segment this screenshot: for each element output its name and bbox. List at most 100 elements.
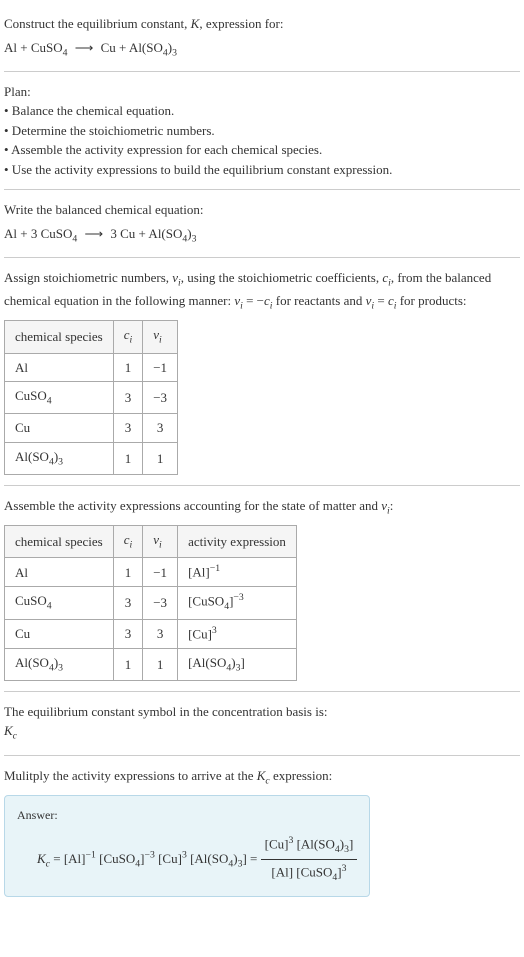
cell-nu: −3 <box>143 587 178 620</box>
divider <box>4 755 520 756</box>
bal-sub1: 4 <box>72 233 77 244</box>
sp: Al(SO <box>15 655 49 670</box>
activity-heading: Assemble the activity expressions accoun… <box>4 496 520 519</box>
ans-K: K <box>37 851 46 866</box>
cell-species: CuSO4 <box>5 382 114 414</box>
st-eq1b: = − <box>243 293 264 308</box>
cell-nu: −1 <box>143 558 178 587</box>
mult-h1: Mulitply the activity expressions to arr… <box>4 768 257 783</box>
divider <box>4 71 520 72</box>
ae-exp: −3 <box>233 592 243 603</box>
cell-ae: [CuSO4]−3 <box>178 587 297 620</box>
table-row: CuSO4 3 −3 [CuSO4]−3 <box>5 587 297 620</box>
intro-line1b: , expression for: <box>199 16 283 31</box>
den1: [Al] [CuSO <box>271 865 332 880</box>
stoich-section: Assign stoichiometric numbers, νi, using… <box>4 262 520 481</box>
cell-nu: 3 <box>143 414 178 443</box>
activity-table: chemical species ci νi activity expressi… <box>4 525 297 681</box>
cell-c: 1 <box>113 558 143 587</box>
th-c: ci <box>113 321 143 353</box>
ans-eq: = [Al] <box>50 851 86 866</box>
cell-nu: −3 <box>143 382 178 414</box>
table-header-row: chemical species ci νi <box>5 321 178 353</box>
table-row: Cu 3 3 <box>5 414 178 443</box>
ae-base: [Al] <box>188 565 210 580</box>
st-t2: , using the stoichiometric coefficients, <box>181 270 383 285</box>
sp: CuSO <box>15 388 47 403</box>
sp: CuSO <box>15 593 47 608</box>
ae-exp: 3 <box>212 625 217 636</box>
st-t1: Assign stoichiometric numbers, <box>4 270 172 285</box>
ans-t5: [Al(SO <box>187 851 229 866</box>
stoich-text: Assign stoichiometric numbers, νi, using… <box>4 268 520 314</box>
intro-text: Construct the equilibrium constant, K, e… <box>4 14 520 34</box>
sp-sub: 4 <box>47 396 52 407</box>
sp: Al(SO <box>15 449 49 464</box>
bal-rhs1: 3 Cu + Al(SO <box>110 226 182 241</box>
th-nu-sub: i <box>159 335 162 346</box>
sp-sub2: 3 <box>58 662 63 673</box>
cell-species: Cu <box>5 414 114 443</box>
divider <box>4 189 520 190</box>
th-c-sub: i <box>130 335 133 346</box>
st-eq2b: = <box>374 293 388 308</box>
cell-c: 3 <box>113 587 143 620</box>
th-c: ci <box>113 526 143 558</box>
ae-exp: −1 <box>210 563 220 574</box>
balanced-heading: Write the balanced chemical equation: <box>4 200 520 220</box>
cell-species: Al(SO4)3 <box>5 648 114 680</box>
divider <box>4 257 520 258</box>
num2: [Al(SO <box>293 836 335 851</box>
kc-sub-c: c <box>13 731 17 742</box>
kc-symbol-section: The equilibrium constant symbol in the c… <box>4 696 520 751</box>
bal-arrow: ⟶ <box>85 224 104 244</box>
cell-c: 3 <box>113 414 143 443</box>
intro-section: Construct the equilibrium constant, K, e… <box>4 8 520 67</box>
kc-K: K <box>4 723 13 738</box>
divider <box>4 691 520 692</box>
bal-lhs: Al + 3 CuSO <box>4 226 72 241</box>
stoich-table: chemical species ci νi Al 1 −1 CuSO4 3 −… <box>4 320 178 475</box>
mult-h2: expression: <box>270 768 332 783</box>
st-t4: for reactants and <box>273 293 366 308</box>
kc-heading: The equilibrium constant symbol in the c… <box>4 702 520 722</box>
cell-nu: 3 <box>143 619 178 648</box>
plan-bullet-3: • Assemble the activity expression for e… <box>4 140 520 160</box>
divider <box>4 485 520 486</box>
num4: ] <box>349 836 353 851</box>
answer-box: Answer: Kc = [Al]−1 [CuSO4]−3 [Cu]3 [Al(… <box>4 795 370 897</box>
ae-base: [CuSO <box>188 594 224 609</box>
table-row: Al 1 −1 <box>5 353 178 382</box>
cell-c: 1 <box>113 353 143 382</box>
cell-species: Cu <box>5 619 114 648</box>
kc-symbol: Kc <box>4 721 520 744</box>
th-ae: activity expression <box>178 526 297 558</box>
act-h: Assemble the activity expressions accoun… <box>4 498 381 513</box>
table-header-row: chemical species ci νi activity expressi… <box>5 526 297 558</box>
cell-species: CuSO4 <box>5 587 114 620</box>
plan-bullet-4: • Use the activity expressions to build … <box>4 160 520 180</box>
ae-base: [Cu] <box>188 626 212 641</box>
activity-section: Assemble the activity expressions accoun… <box>4 490 520 687</box>
th-species: chemical species <box>5 321 114 353</box>
table-row: Al 1 −1 [Al]−1 <box>5 558 297 587</box>
cell-nu: 1 <box>143 648 178 680</box>
table-row: Al(SO4)3 1 1 <box>5 442 178 474</box>
eq-lhs: Al + CuSO <box>4 40 63 55</box>
kc-expression: Kc = [Al]−1 [CuSO4]−3 [Cu]3 [Al(SO4)3] =… <box>17 834 357 886</box>
num1: [Cu] <box>265 836 289 851</box>
cell-ae: [Al]−1 <box>178 558 297 587</box>
ans-exp2: −3 <box>144 850 154 861</box>
cell-c: 3 <box>113 619 143 648</box>
ans-t7: ] = <box>242 851 260 866</box>
multiply-heading: Mulitply the activity expressions to arr… <box>4 766 520 789</box>
table-row: Cu 3 3 [Cu]3 <box>5 619 297 648</box>
multiply-section: Mulitply the activity expressions to arr… <box>4 760 520 903</box>
intro-equation: Al + CuSO4 ⟶ Cu + Al(SO4)3 <box>4 38 520 61</box>
ans-t2: [CuSO <box>96 851 135 866</box>
ae-tail2: ] <box>240 655 244 670</box>
plan-bullet-1: • Balance the chemical equation. <box>4 101 520 121</box>
table-row: CuSO4 3 −3 <box>5 382 178 414</box>
ans-exp1: −1 <box>86 850 96 861</box>
eq-rhs: Cu + Al(SO <box>101 40 163 55</box>
